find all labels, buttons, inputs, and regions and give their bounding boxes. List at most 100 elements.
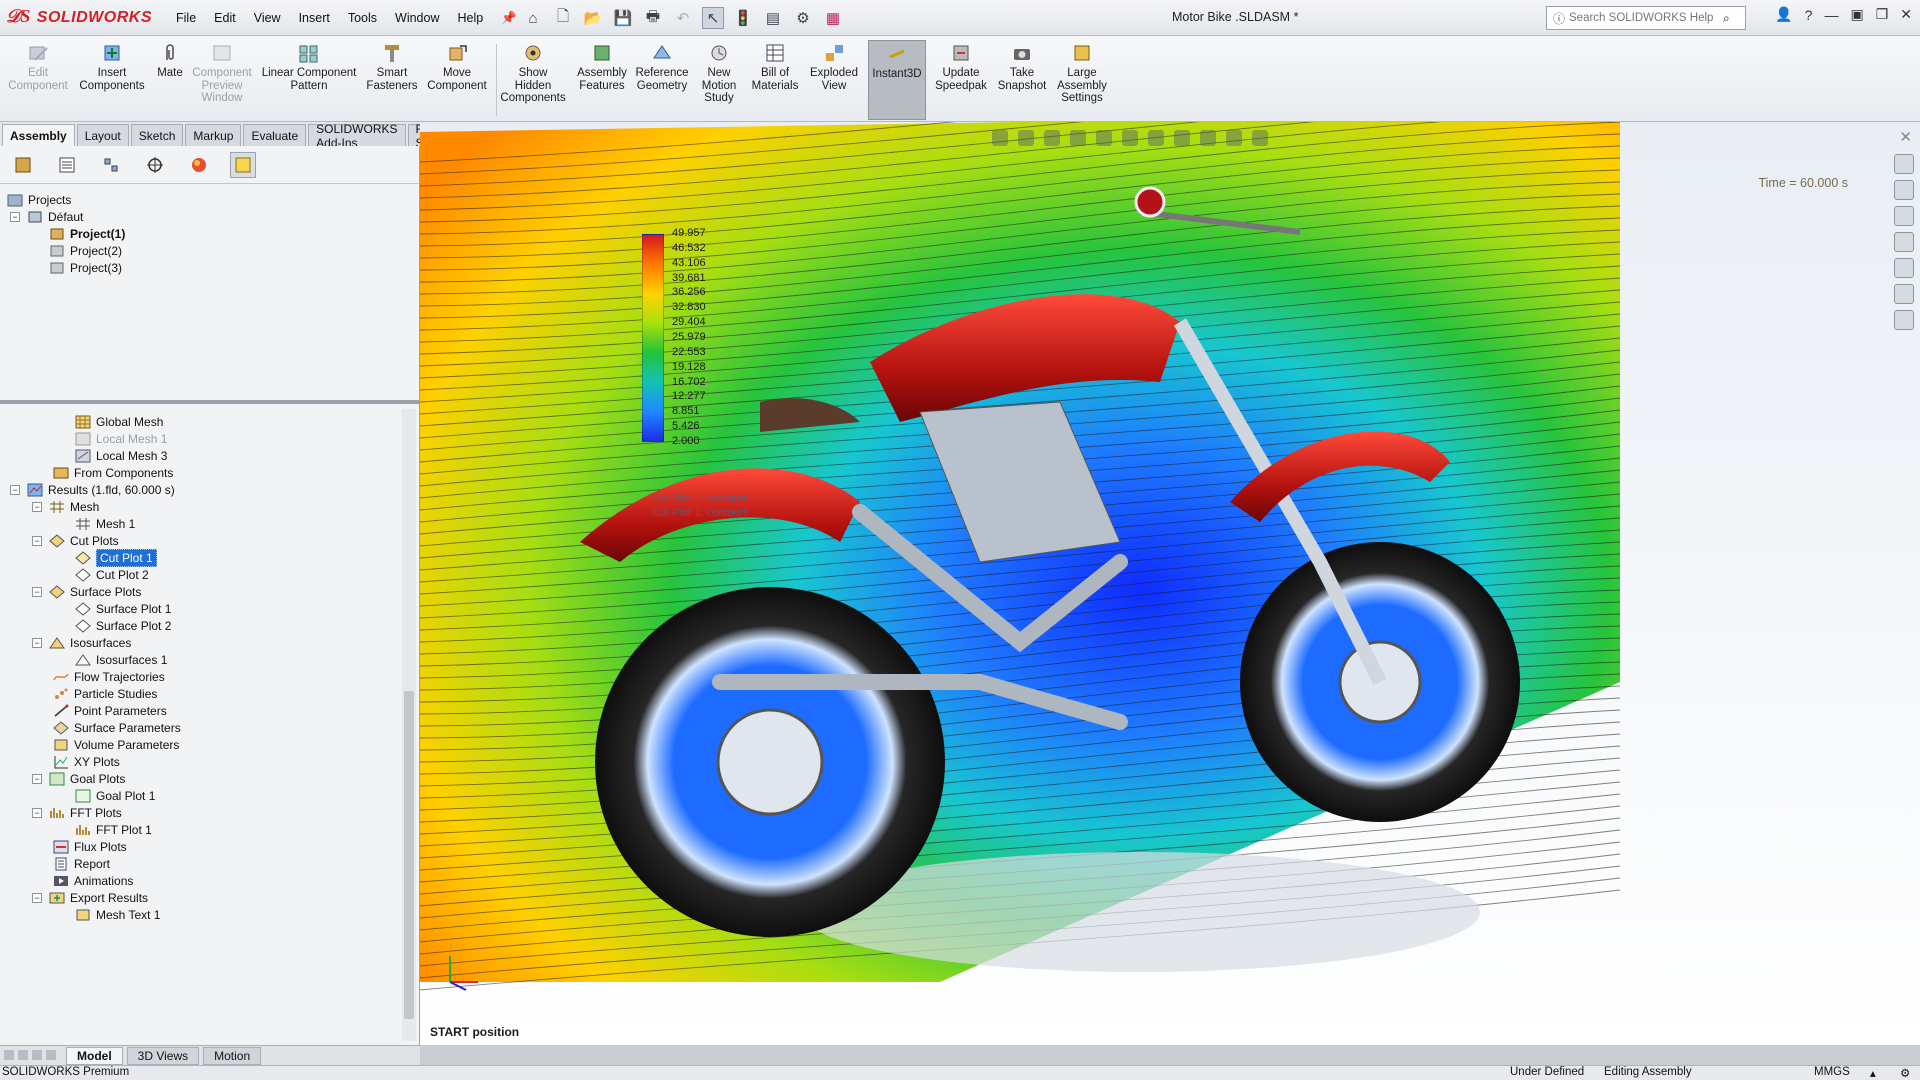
reference-geometry-button[interactable]: Reference Geometry <box>634 42 690 120</box>
take-snapshot-button[interactable]: Take Snapshot <box>994 42 1050 120</box>
mate-button[interactable]: Mate <box>152 42 188 120</box>
feature-manager-icon[interactable] <box>10 152 36 178</box>
options-gear-icon[interactable]: ⚙ <box>792 7 814 29</box>
custom-properties-icon[interactable] <box>1894 284 1914 304</box>
update-speedpak-button[interactable]: Update Speedpak <box>932 42 990 120</box>
pin-icon[interactable]: 📌 <box>501 11 517 26</box>
apply-scene-icon[interactable] <box>1226 130 1242 146</box>
solidworks-resources-icon[interactable] <box>1894 154 1914 174</box>
menu-edit[interactable]: Edit <box>214 11 236 25</box>
view-palette-icon[interactable] <box>1894 232 1914 252</box>
menu-insert[interactable]: Insert <box>299 11 330 25</box>
new-motion-study-button[interactable]: New Motion Study <box>694 42 744 120</box>
search-input[interactable] <box>1569 12 1720 24</box>
home-icon[interactable]: ⌂ <box>522 7 544 29</box>
collapse-toggle[interactable]: − <box>10 212 20 222</box>
menu-tools[interactable]: Tools <box>348 11 377 25</box>
zoom-to-fit-icon[interactable] <box>992 130 1008 146</box>
tab-sketch[interactable]: Sketch <box>130 124 184 146</box>
user-icon[interactable]: 👤 <box>1775 6 1792 23</box>
collapse-toggle[interactable]: − <box>32 638 42 648</box>
design-library-icon[interactable] <box>1894 180 1914 200</box>
show-hidden-components-button[interactable]: Show Hidden Components <box>500 42 566 120</box>
display-style-icon[interactable] <box>1148 130 1164 146</box>
viewport-close-icon[interactable]: ✕ <box>1899 128 1912 146</box>
collapse-toggle[interactable]: − <box>32 587 42 597</box>
panel-splitter[interactable] <box>0 400 420 404</box>
menu-window[interactable]: Window <box>395 11 439 25</box>
collapse-toggle[interactable]: − <box>32 536 42 546</box>
tab-motion[interactable]: Motion <box>203 1046 262 1065</box>
collapse-toggle[interactable]: − <box>10 485 20 495</box>
solidworks-logo[interactable]: 𝒟S SOLIDWORKS <box>6 4 152 32</box>
linear-component-pattern-button[interactable]: Linear Component Pattern <box>258 42 360 120</box>
tab-model[interactable]: Model <box>66 1046 123 1065</box>
color-legend[interactable]: 49.957 46.532 43.106 39.681 36.256 32.830 29.4… <box>642 227 752 470</box>
configuration-manager-icon[interactable] <box>98 152 124 178</box>
new-document-icon[interactable]: 🗋 <box>552 7 574 29</box>
tab-3d-views[interactable]: 3D Views <box>126 1046 200 1065</box>
tree-mesh-text-1[interactable]: Mesh Text 1 <box>74 905 160 925</box>
minimize-icon[interactable]: — <box>1824 7 1838 23</box>
view-settings-icon[interactable] <box>1252 130 1268 146</box>
solidworks-forum-icon[interactable] <box>1894 310 1914 330</box>
rebuild-icon[interactable]: 🚦 <box>732 7 754 29</box>
file-properties-icon[interactable]: ▤ <box>762 7 784 29</box>
units-selector[interactable]: MMGS <box>1814 1066 1850 1078</box>
hide-show-items-icon[interactable] <box>1174 130 1190 146</box>
zoom-area-icon[interactable] <box>1018 130 1034 146</box>
collapse-toggle[interactable]: − <box>32 808 42 818</box>
instant3d-button[interactable]: Instant3D <box>868 40 926 120</box>
tab-assembly[interactable]: Assembly <box>2 124 75 146</box>
scrollbar-thumb[interactable] <box>404 691 414 1019</box>
appearances-icon[interactable] <box>1894 258 1914 278</box>
dimxpert-icon[interactable] <box>142 152 168 178</box>
menu-view[interactable]: View <box>254 11 281 25</box>
rebuild-status-icon[interactable]: ⚙ <box>1900 1066 1910 1080</box>
tab-evaluate[interactable]: Evaluate <box>243 124 307 146</box>
select-pointer-icon[interactable]: ↖ <box>702 7 724 29</box>
search-box[interactable]: ⓘ ⌕ <box>1546 6 1746 30</box>
exploded-view-button[interactable]: Exploded View <box>806 42 862 120</box>
flow-simulation-analysis-tree-icon[interactable] <box>230 151 256 178</box>
section-view-icon[interactable] <box>1070 130 1086 146</box>
menu-help[interactable]: Help <box>458 11 484 25</box>
property-manager-icon[interactable] <box>54 152 80 178</box>
tile-icon[interactable]: ▣ <box>1850 6 1863 23</box>
edit-appearance-icon[interactable] <box>1200 130 1216 146</box>
view-orientation-icon[interactable] <box>1122 130 1138 146</box>
save-icon[interactable]: 💾 <box>612 7 634 29</box>
large-assembly-settings-button[interactable]: Large Assembly Settings <box>1052 42 1112 120</box>
tab-markup[interactable]: Markup <box>185 124 242 146</box>
file-explorer-icon[interactable] <box>1894 206 1914 226</box>
print-icon[interactable]: 🖶 <box>642 7 664 29</box>
tab-layout[interactable]: Layout <box>76 124 129 146</box>
restore-icon[interactable]: ❐ <box>1876 6 1889 23</box>
smart-fasteners-button[interactable]: Smart Fasteners <box>364 42 420 120</box>
edit-component-button[interactable]: Edit Component <box>6 42 70 120</box>
component-preview-window-button[interactable]: Component Preview Window <box>192 42 252 120</box>
units-dropdown-icon[interactable]: ▴ <box>1870 1066 1876 1080</box>
tab-scroll-arrows[interactable] <box>4 1050 56 1060</box>
help-icon[interactable]: ? <box>1805 7 1813 23</box>
tab-solidworks-addins[interactable]: SOLIDWORKS Add-Ins <box>308 122 406 150</box>
open-icon[interactable]: 📂 <box>582 7 604 29</box>
close-icon[interactable]: ✕ <box>1900 6 1912 23</box>
previous-view-icon[interactable] <box>1044 130 1060 146</box>
search-icon[interactable]: ⌕ <box>1723 11 1730 26</box>
dynamic-annotation-icon[interactable] <box>1096 130 1112 146</box>
tree-scrollbar[interactable] <box>402 409 416 1041</box>
bill-of-materials-button[interactable]: Bill of Materials <box>748 42 802 120</box>
undo-icon[interactable]: ↶ <box>672 7 694 29</box>
menu-file[interactable]: File <box>176 11 196 25</box>
graphics-viewport[interactable]: ✕ Time = 60.000 s 49.957 46.532 43.106 39.6… <box>420 122 1920 1045</box>
collapse-toggle[interactable]: − <box>32 774 42 784</box>
assembly-features-button[interactable]: Assembly Features <box>572 42 632 120</box>
tree-project-3[interactable]: Project(3) <box>48 258 122 278</box>
display-manager-icon[interactable] <box>186 152 212 178</box>
collapse-toggle[interactable]: − <box>32 893 42 903</box>
addin-icon[interactable]: ▦ <box>822 7 844 29</box>
move-component-button[interactable]: Move Component <box>424 42 490 120</box>
insert-components-button[interactable]: Insert Components <box>76 42 148 120</box>
collapse-toggle[interactable]: − <box>32 502 42 512</box>
